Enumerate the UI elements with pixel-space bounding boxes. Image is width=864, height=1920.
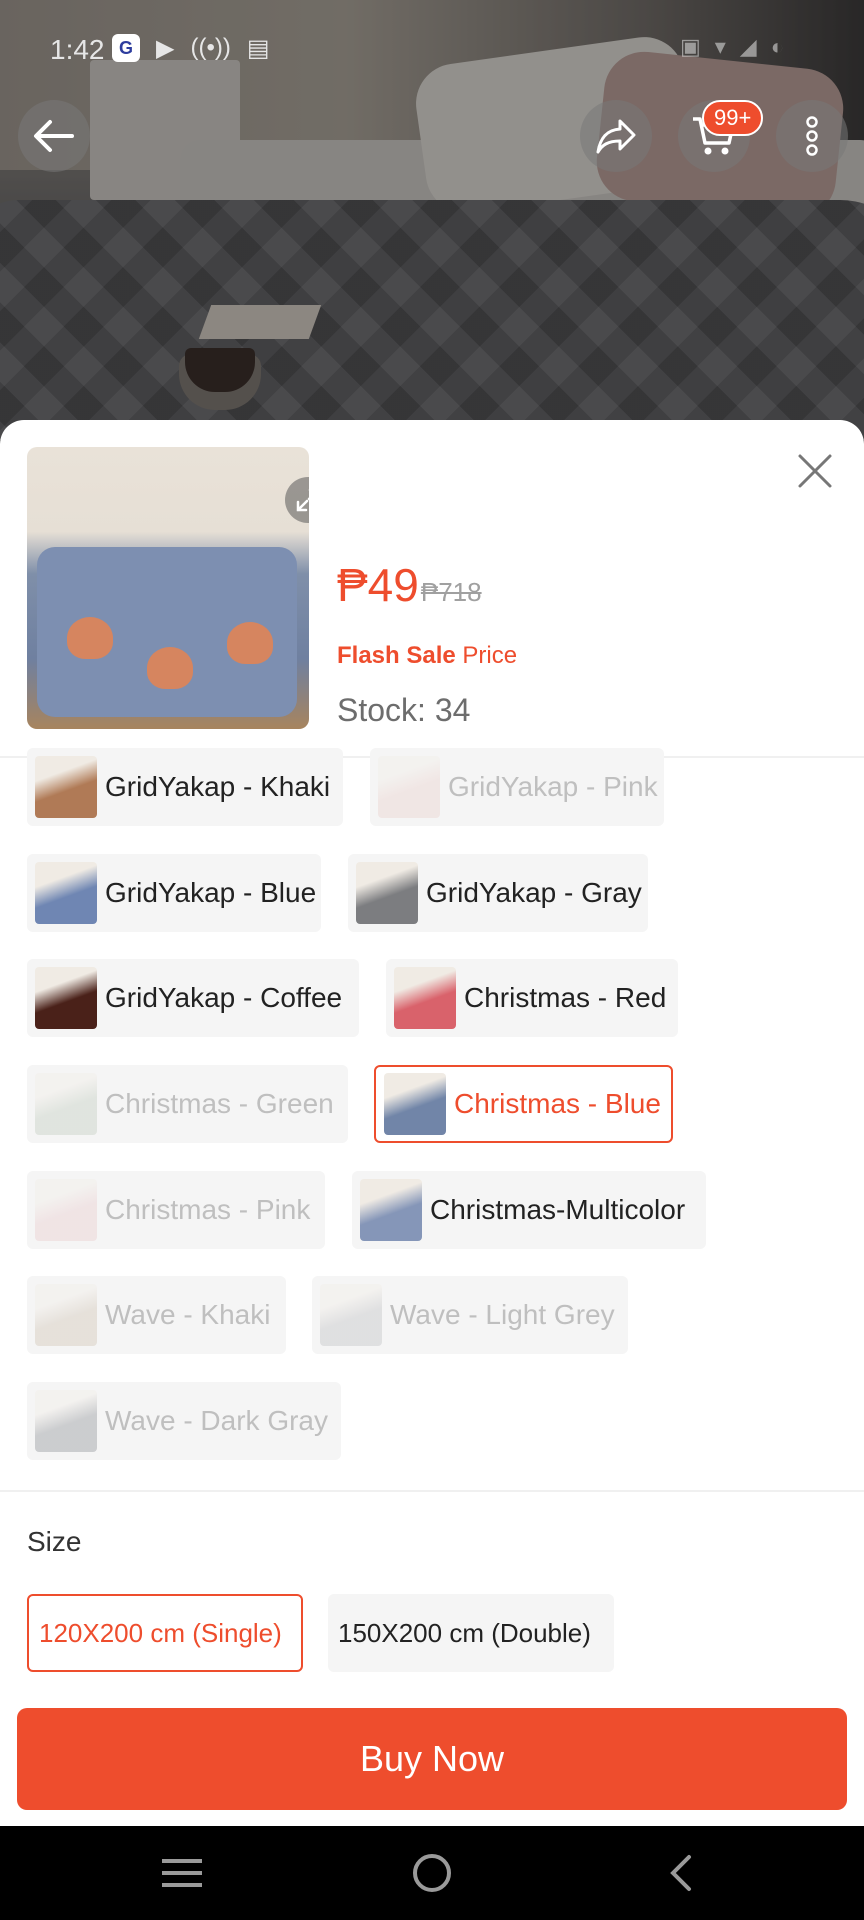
thumbnail-pattern <box>67 617 113 659</box>
sale-price: ₱49 <box>337 559 419 611</box>
vibrate-icon: ▣ <box>679 34 701 59</box>
variation-option[interactable]: Wave - Light Grey <box>312 1276 628 1354</box>
variation-label: Christmas - Pink <box>105 1194 311 1225</box>
signal-icon: ◢ <box>739 34 757 59</box>
variation-bottom-sheet: ₱49 ₱718 Flash Sale Price Stock: 34 Grid… <box>0 420 864 1826</box>
wifi-icon: ▾ <box>714 34 726 59</box>
size-section-title: Size <box>27 1526 82 1557</box>
variation-swatch <box>360 1179 422 1241</box>
product-thumbnail[interactable] <box>27 447 309 729</box>
size-option-selected[interactable]: 120X200 cm (Single) <box>27 1594 303 1672</box>
buy-now-button[interactable]: Buy Now <box>17 1708 847 1810</box>
calendar-icon: ▤ <box>246 35 270 62</box>
variation-option[interactable]: GridYakap - Coffee <box>27 959 359 1037</box>
variation-option[interactable]: Wave - Khaki <box>27 1276 286 1354</box>
hotspot-icon: ((•)) <box>190 34 231 61</box>
variation-swatch <box>356 862 418 924</box>
variation-option[interactable]: GridYakap - Pink <box>370 748 664 826</box>
variation-option[interactable]: Christmas - Red <box>386 959 678 1037</box>
variation-swatch <box>35 1284 97 1346</box>
system-navigation-bar <box>0 1826 864 1920</box>
close-button[interactable] <box>790 446 840 496</box>
variation-option[interactable]: GridYakap - Khaki <box>27 748 343 826</box>
flash-sale-label: Flash Sale <box>337 642 456 669</box>
status-bar: 1:42 G ▶ ((•)) ▤ ▣ ▾ ◢ ◐ <box>0 0 864 100</box>
variation-swatch <box>394 967 456 1029</box>
variation-swatch <box>35 1390 97 1452</box>
recent-apps-button[interactable] <box>152 1848 212 1898</box>
divider <box>0 1490 864 1492</box>
variation-swatch <box>35 756 97 818</box>
close-icon <box>798 454 832 488</box>
flash-sale-price-label: Flash Sale Price <box>337 642 517 670</box>
variation-option[interactable]: Christmas - Green <box>27 1065 348 1143</box>
price-row: ₱49 ₱718 <box>337 558 482 612</box>
variation-label: GridYakap - Khaki <box>105 771 331 802</box>
variation-swatch <box>35 862 97 924</box>
variation-swatch <box>384 1073 446 1135</box>
expand-image-button[interactable] <box>285 477 309 523</box>
status-left-icons: G ▶ ((•)) ▤ <box>112 34 270 63</box>
menu-icon <box>162 1859 202 1887</box>
thumbnail-pattern <box>227 622 273 664</box>
variation-option-selected[interactable]: Christmas - Blue <box>374 1065 673 1143</box>
price-label: Price <box>462 642 518 669</box>
variation-label: Christmas - Red <box>464 982 667 1013</box>
variation-label: Wave - Light Grey <box>390 1299 615 1330</box>
variation-option[interactable]: GridYakap - Blue <box>27 854 321 932</box>
variation-label: Christmas-Multicolor <box>430 1194 686 1225</box>
variation-option[interactable]: Wave - Dark Gray <box>27 1382 341 1460</box>
app-notification-icon: G <box>112 34 140 62</box>
thumbnail-pattern <box>147 647 193 689</box>
variation-swatch <box>378 756 440 818</box>
share-icon <box>596 119 636 154</box>
variation-swatch <box>35 967 97 1029</box>
arrow-left-icon <box>34 120 74 152</box>
stock-count: Stock: 34 <box>337 692 471 728</box>
variation-option[interactable]: Christmas - Pink <box>27 1171 325 1249</box>
variation-label: Christmas - Green <box>105 1088 334 1119</box>
variation-label: GridYakap - Gray <box>426 877 642 908</box>
variation-label: Wave - Khaki <box>105 1299 271 1330</box>
media-icon: ▶ <box>156 35 175 62</box>
variation-label: GridYakap - Pink <box>448 771 658 802</box>
variation-option[interactable]: Christmas-Multicolor <box>352 1171 706 1249</box>
share-button[interactable] <box>580 100 652 172</box>
cart-count-badge: 99+ <box>702 100 764 136</box>
home-button[interactable] <box>402 1848 462 1898</box>
variation-swatch <box>35 1179 97 1241</box>
size-option[interactable]: 150X200 cm (Double) <box>328 1594 614 1672</box>
variation-label: GridYakap - Coffee <box>105 982 343 1013</box>
variation-label: Wave - Dark Gray <box>105 1405 328 1436</box>
status-right-icons: ▣ ▾ ◢ ◐ <box>680 34 784 60</box>
battery-icon: ◐ <box>770 34 784 59</box>
more-vertical-icon <box>806 116 818 156</box>
variation-swatch <box>320 1284 382 1346</box>
variation-label: GridYakap - Blue <box>105 877 317 908</box>
chevron-left-icon <box>670 1855 691 1891</box>
variation-swatch <box>35 1073 97 1135</box>
back-button[interactable] <box>18 100 90 172</box>
more-options-button[interactable] <box>776 100 848 172</box>
expand-icon <box>296 489 309 512</box>
status-time: 1:42 <box>50 34 105 65</box>
back-nav-button[interactable] <box>650 1848 710 1898</box>
variation-label: Christmas - Blue <box>454 1088 661 1119</box>
home-icon <box>413 1854 451 1892</box>
variation-option[interactable]: GridYakap - Gray <box>348 854 648 932</box>
original-price: ₱718 <box>420 577 482 607</box>
